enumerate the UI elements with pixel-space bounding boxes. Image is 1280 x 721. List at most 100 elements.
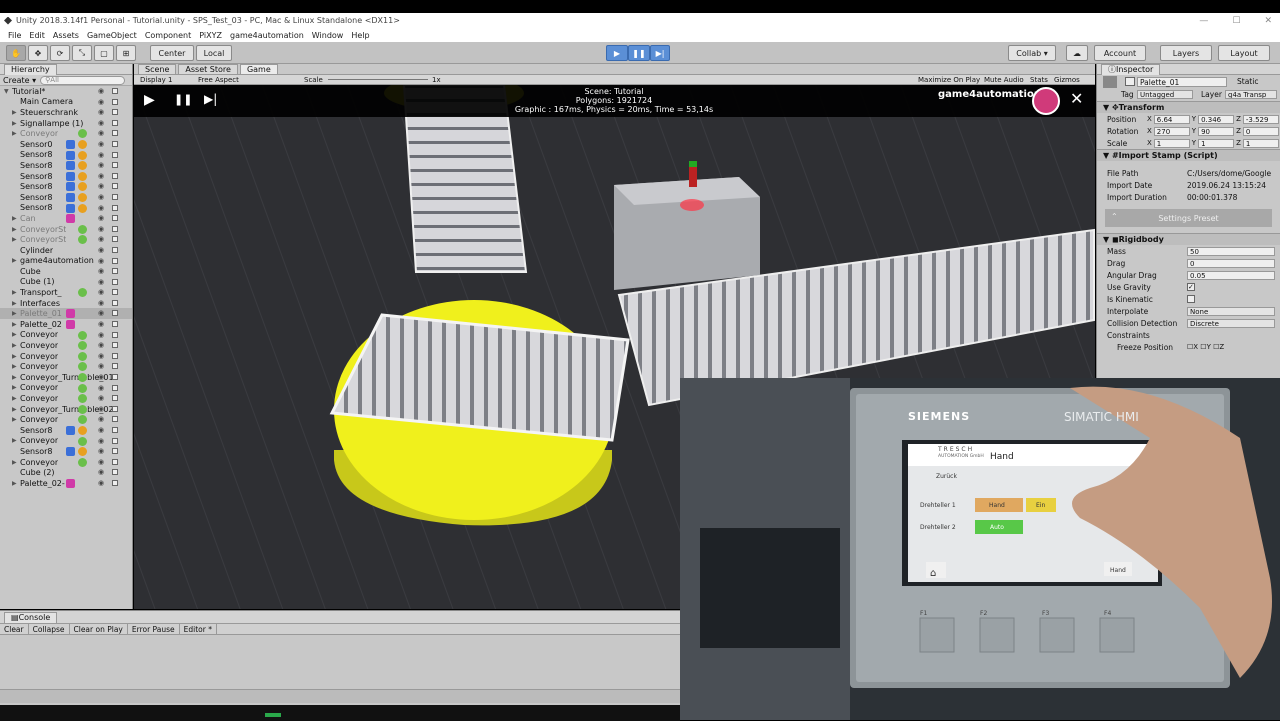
pick-toggle[interactable] — [112, 352, 118, 359]
visibility-eye-icon[interactable]: ◉ — [98, 214, 104, 222]
hierarchy-item[interactable]: ▶ Conveyor ◉ — [0, 330, 132, 341]
visibility-eye-icon[interactable]: ◉ — [98, 257, 104, 265]
rect-tool-icon[interactable]: ▢ — [94, 45, 114, 61]
scale-x[interactable]: 1 — [1153, 138, 1190, 148]
hmi-auto-button[interactable]: Auto — [990, 524, 1004, 531]
hierarchy-item[interactable]: ▶ ConveyorSt ◉ — [0, 234, 132, 245]
expand-arrow-icon[interactable]: ▶ — [12, 416, 20, 423]
visibility-eye-icon[interactable]: ◉ — [98, 119, 104, 127]
rigidbody-header[interactable]: ▼ ◼ Rigidbody — [1097, 233, 1280, 245]
pick-toggle[interactable] — [112, 278, 118, 285]
expand-arrow-icon[interactable]: ▶ — [12, 289, 20, 296]
console-collapse-button[interactable]: Collapse — [29, 624, 70, 634]
expand-arrow-icon[interactable]: ▶ — [12, 374, 20, 381]
visibility-eye-icon[interactable]: ◉ — [98, 479, 104, 487]
pick-toggle[interactable] — [112, 88, 118, 94]
pick-toggle[interactable] — [112, 363, 118, 370]
visibility-eye-icon[interactable]: ◉ — [98, 235, 104, 243]
hierarchy-item[interactable]: Cube ◉ — [0, 266, 132, 277]
rotation-y[interactable]: 90 — [1198, 126, 1235, 136]
hierarchy-tab[interactable]: Hierarchy — [4, 63, 57, 75]
hierarchy-item[interactable]: ▶ Conveyor ◉ — [0, 457, 132, 468]
hmi-f3-key[interactable]: F3 — [1042, 610, 1049, 617]
transform-tool-icon[interactable]: ⊞ — [116, 45, 136, 61]
hmi-f4-key[interactable]: F4 — [1104, 610, 1111, 617]
cloud-icon[interactable]: ☁ — [1066, 45, 1088, 61]
pick-toggle[interactable] — [112, 405, 118, 412]
hierarchy-item[interactable]: Main Camera ◉ — [0, 97, 132, 108]
pick-toggle[interactable] — [112, 458, 118, 465]
visibility-eye-icon[interactable]: ◉ — [98, 161, 104, 169]
pick-toggle[interactable] — [112, 98, 118, 105]
pick-toggle[interactable] — [112, 172, 118, 179]
visibility-eye-icon[interactable]: ◉ — [98, 204, 104, 212]
settings-preset-button[interactable]: ⌃ Settings Preset — [1105, 209, 1272, 227]
expand-arrow-icon[interactable]: ▶ — [12, 353, 20, 360]
active-checkbox[interactable] — [1125, 77, 1135, 86]
hierarchy-item[interactable]: ▶ Signallampe (1) ◉ — [0, 118, 132, 129]
hmi-hand-button[interactable]: Hand — [989, 502, 1005, 509]
rotation-x[interactable]: 270 — [1153, 126, 1190, 136]
hierarchy-item[interactable]: Cube (2) ◉ — [0, 467, 132, 478]
pick-toggle[interactable] — [112, 268, 118, 275]
hierarchy-item[interactable]: ▶ Conveyor ◉ — [0, 361, 132, 372]
pick-toggle[interactable] — [112, 109, 118, 116]
visibility-eye-icon[interactable]: ◉ — [98, 362, 104, 370]
hierarchy-item[interactable]: ▶ Interfaces ◉ — [0, 298, 132, 309]
menu-game4automation[interactable]: game4automation — [226, 31, 308, 40]
hierarchy-item[interactable]: ▶ Conveyor ◉ — [0, 340, 132, 351]
hierarchy-item[interactable]: ▶ game4automation ◉ — [0, 256, 132, 267]
hierarchy-item[interactable]: ▶ Conveyor ◉ — [0, 383, 132, 394]
visibility-eye-icon[interactable]: ◉ — [98, 373, 104, 381]
pick-toggle[interactable] — [112, 384, 118, 391]
menu-help[interactable]: Help — [347, 31, 373, 40]
drag-field[interactable]: 0 — [1187, 258, 1275, 268]
is-kinematic-checkbox[interactable] — [1187, 295, 1195, 303]
visibility-eye-icon[interactable]: ◉ — [98, 267, 104, 275]
pick-toggle[interactable] — [112, 215, 118, 222]
gizmos-dropdown[interactable]: Gizmos — [1054, 76, 1080, 84]
hierarchy-item[interactable]: Sensor0 ◉ — [0, 139, 132, 150]
expand-arrow-icon[interactable]: ▶ — [12, 342, 20, 349]
pick-toggle[interactable] — [112, 427, 118, 433]
hierarchy-item[interactable]: ▶ Can ◉ — [0, 213, 132, 224]
hierarchy-item[interactable]: Sensor8 ◉ — [0, 425, 132, 436]
hierarchy-item[interactable]: ▶ Transport_ ◉ — [0, 287, 132, 298]
pick-toggle[interactable] — [112, 193, 118, 200]
hud-close-icon[interactable]: ✕ — [1070, 89, 1083, 108]
hierarchy-item[interactable]: ▶ Palette_01 ◉ — [0, 308, 132, 320]
visibility-eye-icon[interactable]: ◉ — [98, 108, 104, 116]
visibility-eye-icon[interactable]: ◉ — [98, 288, 104, 296]
visibility-eye-icon[interactable]: ◉ — [98, 299, 104, 307]
expand-arrow-icon[interactable]: ▶ — [12, 437, 20, 444]
hmi-back-button[interactable]: Zurück — [936, 473, 957, 480]
step-button[interactable]: ▶| — [650, 45, 670, 61]
expand-arrow-icon[interactable]: ▶ — [12, 459, 20, 466]
scale-slider[interactable] — [328, 79, 428, 80]
visibility-eye-icon[interactable]: ◉ — [98, 87, 104, 95]
visibility-eye-icon[interactable]: ◉ — [98, 384, 104, 392]
menu-window[interactable]: Window — [308, 31, 348, 40]
angular-drag-field[interactable]: 0.05 — [1187, 270, 1275, 280]
position-z[interactable]: -3.529 — [1242, 114, 1279, 124]
menu-assets[interactable]: Assets — [49, 31, 83, 40]
create-dropdown[interactable]: Create ▾ — [3, 76, 36, 85]
visibility-eye-icon[interactable]: ◉ — [98, 458, 104, 466]
hierarchy-item[interactable]: ▶ Steuerschrank ◉ — [0, 107, 132, 118]
pick-toggle[interactable] — [112, 130, 118, 137]
visibility-eye-icon[interactable]: ◉ — [98, 278, 104, 286]
visibility-eye-icon[interactable]: ◉ — [98, 437, 104, 445]
hierarchy-item[interactable]: ▶ Conveyor ◉ — [0, 414, 132, 425]
pick-toggle[interactable] — [112, 342, 118, 349]
expand-arrow-icon[interactable]: ▶ — [12, 257, 20, 264]
hmi-home-icon[interactable]: ⌂ — [930, 568, 936, 579]
pick-toggle[interactable] — [112, 140, 118, 147]
constraints-row[interactable]: Constraints — [1097, 329, 1280, 341]
pick-toggle[interactable] — [112, 469, 118, 476]
visibility-eye-icon[interactable]: ◉ — [98, 140, 104, 148]
menu-file[interactable]: File — [4, 31, 25, 40]
menu-gameobject[interactable]: GameObject — [83, 31, 141, 40]
visibility-eye-icon[interactable]: ◉ — [98, 98, 104, 106]
position-x[interactable]: 6.64 — [1153, 114, 1190, 124]
hierarchy-item[interactable]: ▶ Conveyor_Turntable_02 ◉ — [0, 404, 132, 415]
